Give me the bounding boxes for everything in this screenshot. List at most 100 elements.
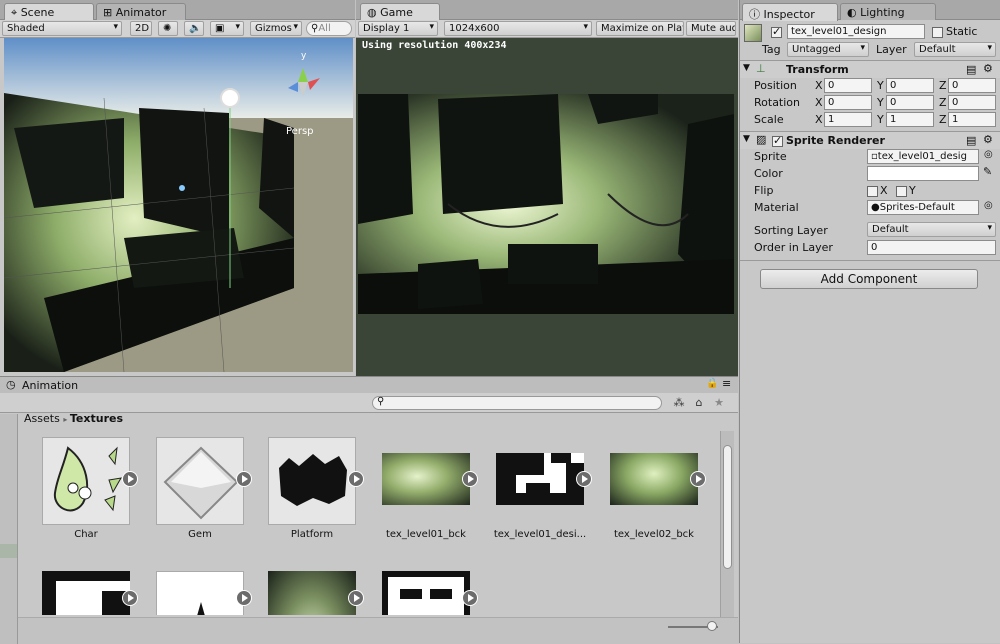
play-preview-icon[interactable]: [236, 471, 252, 487]
game-toolbar: Display 1 1024x600 Maximize on Play Mute…: [356, 20, 738, 38]
breadcrumb-assets[interactable]: Assets: [24, 412, 60, 425]
tab-animator[interactable]: ⊞ Animator: [96, 3, 186, 20]
asset-row2-item-4[interactable]: [382, 571, 470, 615]
play-preview-icon[interactable]: [690, 471, 706, 487]
breadcrumb-textures[interactable]: Textures: [70, 412, 123, 425]
order-in-layer-field[interactable]: 0: [867, 240, 996, 255]
game-view-render: [358, 94, 734, 314]
help-book-icon[interactable]: ▤: [966, 63, 976, 76]
lighting-tab-icon: ◐: [847, 6, 857, 19]
maximize-on-play-toggle[interactable]: Maximize on Play: [596, 21, 684, 36]
flip-x-checkbox[interactable]: [867, 184, 878, 197]
mute-audio-toggle[interactable]: Mute aud: [686, 21, 736, 36]
flip-y-checkbox[interactable]: [896, 184, 907, 197]
play-preview-icon[interactable]: [122, 590, 138, 606]
play-preview-icon[interactable]: [462, 590, 478, 606]
gameobject-cube-icon: [744, 24, 762, 42]
tab-inspector[interactable]: ⓘ Inspector: [742, 3, 838, 21]
filter-by-type-icon[interactable]: ⁂: [672, 396, 686, 410]
position-y-field[interactable]: 0: [886, 78, 934, 93]
scale-x-field[interactable]: 1: [824, 112, 872, 127]
asset-thumbnail: [42, 571, 130, 615]
rotation-z-field[interactable]: 0: [948, 95, 996, 110]
lighting-icon[interactable]: ✺: [158, 21, 178, 36]
asset-row2-item-3[interactable]: [268, 571, 356, 615]
game-tabbar: ◍ Game: [356, 0, 738, 21]
project-toolbar: ⚲ ⁂ ⌂ ★: [0, 393, 738, 413]
asset-thumbnail: [382, 571, 470, 615]
asset-label: Char: [74, 529, 98, 540]
sprite-renderer-title: Sprite Renderer: [786, 134, 885, 147]
rotation-z-label: Z: [939, 96, 947, 109]
play-preview-icon[interactable]: [348, 471, 364, 487]
shading-dropdown[interactable]: Shaded: [2, 21, 122, 36]
project-left-strip: [0, 414, 18, 644]
inspector-panel: ⓘ Inspector ◐ Lighting tex_level01_desig…: [739, 0, 1000, 643]
sprite-renderer-header[interactable]: ▼ ▨ Sprite Renderer ▤ ⚙: [740, 131, 1000, 149]
game-viewport[interactable]: Using resolution 400x234: [356, 38, 738, 376]
object-picker-icon[interactable]: ◎: [984, 149, 993, 160]
add-component-button[interactable]: Add Component: [760, 269, 978, 289]
layer-label: Layer: [876, 43, 907, 56]
scene-gizmo-icon[interactable]: y: [276, 48, 331, 108]
eyedropper-icon[interactable]: ✎: [983, 165, 992, 178]
play-preview-icon[interactable]: [576, 471, 592, 487]
tab-scene[interactable]: ⌖ Scene: [4, 3, 94, 21]
zoom-slider-handle[interactable]: [707, 621, 717, 631]
rotation-y-field[interactable]: 0: [886, 95, 934, 110]
panel-menu-icon[interactable]: ≡: [722, 377, 731, 390]
object-picker-icon[interactable]: ◎: [984, 200, 993, 211]
asset-label: Platform: [290, 529, 334, 540]
asset-row2-item-1[interactable]: [42, 571, 130, 615]
lock-icon[interactable]: 🔒: [706, 378, 718, 389]
sprite-renderer-enabled-checkbox[interactable]: [772, 134, 783, 147]
play-preview-icon[interactable]: [122, 471, 138, 487]
filter-by-label-icon[interactable]: ⌂: [692, 396, 706, 410]
play-preview-icon[interactable]: [462, 471, 478, 487]
svg-text:y: y: [301, 51, 307, 61]
tag-dropdown[interactable]: Untagged: [787, 42, 869, 57]
tab-game-label: Game: [380, 6, 413, 19]
position-z-field[interactable]: 0: [948, 78, 996, 93]
animator-icon: ⊞: [103, 6, 113, 19]
component-gear-icon[interactable]: ⚙: [983, 62, 993, 75]
asset-thumbnail: [42, 437, 130, 525]
folder-selection-marker[interactable]: [0, 544, 17, 558]
gizmos-dropdown[interactable]: Gizmos: [250, 21, 302, 36]
audio-icon[interactable]: 🔈: [184, 21, 204, 36]
help-book-icon[interactable]: ▤: [966, 134, 976, 147]
play-preview-icon[interactable]: [236, 590, 252, 606]
material-field[interactable]: ●Sprites-Default: [867, 200, 979, 215]
favorites-star-icon[interactable]: ★: [712, 396, 726, 410]
sprite-field[interactable]: ▫tex_level01_desig: [867, 149, 979, 164]
gameobject-active-checkbox[interactable]: [771, 25, 782, 38]
tab-animation[interactable]: Animation: [22, 379, 78, 392]
component-gear-icon[interactable]: ⚙: [983, 133, 993, 146]
resolution-dropdown[interactable]: 1024x600: [444, 21, 592, 36]
color-label: Color: [754, 167, 783, 180]
project-search-input[interactable]: ⚲: [372, 396, 662, 410]
persp-label[interactable]: Persp: [286, 126, 314, 137]
transform-header[interactable]: ▼ ⊥ Transform ▤ ⚙: [740, 60, 1000, 78]
rotation-x-field[interactable]: 0: [824, 95, 872, 110]
tab-game[interactable]: ◍ Game: [360, 3, 440, 21]
scene-viewport[interactable]: y Persp: [4, 38, 353, 372]
sorting-layer-dropdown[interactable]: Default: [867, 222, 996, 237]
effects-icon[interactable]: ▣: [210, 21, 244, 36]
color-field[interactable]: [867, 166, 979, 181]
display-dropdown[interactable]: Display 1: [358, 21, 438, 36]
position-x-field[interactable]: 0: [824, 78, 872, 93]
asset-row2-item-2[interactable]: [156, 571, 244, 615]
project-scrollbar[interactable]: [720, 431, 734, 617]
play-preview-icon[interactable]: [348, 590, 364, 606]
scale-y-field[interactable]: 1: [886, 112, 934, 127]
tab-lighting[interactable]: ◐ Lighting: [840, 3, 936, 20]
scale-z-field[interactable]: 1: [948, 112, 996, 127]
gameobject-name-field[interactable]: tex_level01_design: [787, 24, 925, 39]
layer-dropdown[interactable]: Default: [914, 42, 996, 57]
static-checkbox[interactable]: [932, 25, 943, 38]
2d-toggle[interactable]: 2D: [130, 21, 152, 36]
scene-search-input[interactable]: ⚲All: [306, 21, 352, 36]
scrollbar-thumb[interactable]: [723, 445, 732, 569]
scale-label: Scale: [754, 113, 784, 126]
